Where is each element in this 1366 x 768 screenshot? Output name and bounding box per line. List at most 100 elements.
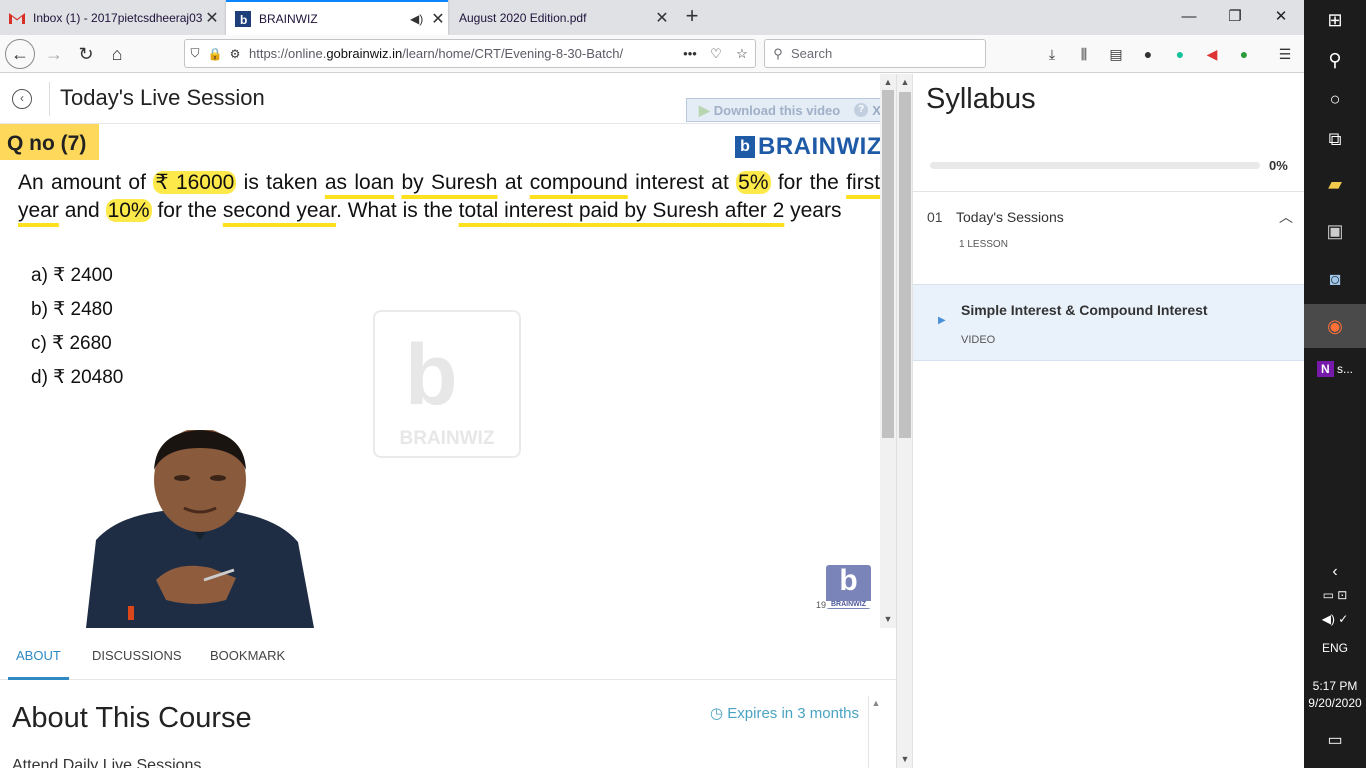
grammarly-icon[interactable]: ● [1170,44,1190,64]
language-indicator[interactable]: ENG [1304,641,1366,655]
brainwiz-logo-icon: b [735,136,755,158]
lock-icon[interactable]: 🔒 [205,47,225,61]
tab-brainwiz[interactable]: b BRAINWIZ ◀) ✕ [226,0,448,35]
help-icon[interactable]: ? [854,103,869,117]
camera-icon[interactable]: ◙ [1304,269,1366,290]
search-input[interactable]: ⚲ Search [764,39,986,68]
active-tab-indicator [8,677,69,680]
home-button[interactable]: ⌂ [102,39,132,69]
progress-bar [930,162,1260,169]
close-tab-icon[interactable]: ✕ [428,9,448,29]
video-player[interactable]: Q no (7) b BRAINWIZ An amount of ₹ 16000… [0,124,880,628]
tab-title: BRAINWIZ [259,11,318,26]
divider [49,82,50,116]
expires-label: ◷ Expires in 3 months [710,705,859,722]
about-scrollbar[interactable]: ▲ [868,696,882,768]
close-tab-icon[interactable]: ✕ [202,8,222,28]
progress-label: 0% [1269,158,1288,173]
watermark-logo-icon: b [405,327,458,423]
section-count: 1 LESSON [959,239,1008,250]
windows-start-icon[interactable]: ⊞ [1304,10,1366,31]
library-icon[interactable]: ⫼ [1074,44,1094,64]
recorder-icon[interactable]: ▣ [1304,221,1366,242]
downloads-icon[interactable]: ⤓ [1042,44,1062,64]
scroll-up-icon[interactable]: ▲ [897,77,913,87]
account-icon[interactable]: ● [1138,44,1158,64]
clock-date[interactable]: 9/20/2020 [1304,696,1366,710]
url-bar[interactable]: ⛉ 🔒 ⚙ https://online.gobrainwiz.in/learn… [184,39,756,68]
syllabus-title: Syllabus [926,83,1036,115]
option-c: c) ₹ 2680 [31,333,112,354]
reload-button[interactable]: ↻ [71,39,101,69]
notification-icon[interactable]: ▭ [1304,730,1366,750]
new-tab-button[interactable]: + [678,3,706,31]
svg-text:b: b [240,13,247,27]
close-window-button[interactable]: ✕ [1258,0,1304,35]
menu-icon[interactable]: ☰ [1275,44,1295,64]
tab-bookmark[interactable]: BOOKMARK [210,648,285,663]
content-tabs: ABOUT DISCUSSIONS BOOKMARK [0,628,896,680]
extension-icon[interactable]: ● [1234,44,1254,64]
scroll-up-icon[interactable]: ▲ [880,77,896,87]
play-icon: ▶ [938,315,946,326]
back-button[interactable]: ← [5,39,35,69]
video-scrollbar[interactable]: ▲ ▼ [880,74,896,628]
minimize-button[interactable]: — [1166,0,1212,35]
firefox-icon[interactable]: ◉ [1304,304,1366,348]
bookmark-star-icon[interactable]: ☆ [729,46,755,62]
sidebar-icon[interactable]: ▤ [1106,44,1126,64]
permissions-icon[interactable]: ⚙ [225,47,245,61]
brainwiz-watermark: b BRAINWIZ [373,310,521,458]
scroll-up-icon[interactable]: ▲ [869,698,883,708]
clock-time[interactable]: 5:17 PM [1304,679,1366,693]
url-text[interactable]: https://online.gobrainwiz.in/learn/home/… [245,46,677,61]
task-view-icon[interactable]: ⧉ [1304,129,1366,150]
page-actions-icon[interactable]: ••• [677,46,703,61]
battery-network-icon[interactable]: ▭ ⊡ [1304,588,1366,602]
tab-discussions[interactable]: DISCUSSIONS [92,648,182,663]
onenote-icon[interactable]: N s... [1304,361,1366,377]
restore-button[interactable]: ❐ [1212,0,1258,35]
corner-number: 19 [816,600,827,610]
page-title: Today's Live Session [60,85,265,110]
clock-icon: ◷ [710,705,728,722]
lesson-item[interactable]: ▶ Simple Interest & Compound Interest VI… [913,284,1305,361]
syllabus-panel: Syllabus 0% 01 Today's Sessions ︿ 1 LESS… [912,74,1305,768]
browser-nav-bar: ← → ↻ ⌂ ⛉ 🔒 ⚙ https://online.gobrainwiz.… [0,35,1304,73]
shield-icon[interactable]: ⛉ [185,46,205,61]
tab-title: August 2020 Edition.pdf [459,10,587,25]
scrollbar-thumb[interactable] [882,90,894,438]
brainwiz-logo: b BRAINWIZ [735,133,880,160]
file-explorer-icon[interactable]: ▰ [1304,174,1366,195]
main-scrollbar[interactable]: ▲ ▼ [896,74,912,768]
pocket-icon[interactable]: ♡ [703,46,729,62]
scroll-down-icon[interactable]: ▼ [880,614,896,624]
chevron-left-icon[interactable]: ‹ [1304,563,1366,581]
scroll-down-icon[interactable]: ▼ [897,754,913,764]
tab-gmail[interactable]: Inbox (1) - 2017pietcsdheeraj03 ✕ [0,0,222,35]
cortana-icon[interactable]: ○ [1304,89,1366,110]
tab-about[interactable]: ABOUT [16,648,61,663]
scrollbar-thumb[interactable] [899,92,911,438]
tab-title: Inbox (1) - 2017pietcsdheeraj03 [33,10,202,25]
chevron-up-icon[interactable]: ︿ [1279,207,1293,227]
forward-button[interactable]: → [39,39,69,69]
question-text: An amount of ₹ 16000 is taken as loan by… [18,171,880,222]
corner-logo-icon: b [839,564,858,597]
session-header: ‹ Today's Live Session ▶ Download this v… [0,74,896,124]
brainwiz-corner-logo: b BRAINWIZ [826,565,871,609]
megaphone-icon[interactable]: ◀ [1202,44,1222,64]
speaker-icon[interactable]: ◀) [410,12,428,26]
download-video-button[interactable]: ▶ Download this video ? X [686,98,895,122]
tab-pdf[interactable]: August 2020 Edition.pdf ✕ [450,0,672,35]
close-tab-icon[interactable]: ✕ [652,8,672,28]
search-icon[interactable]: ⚲ [1304,50,1366,71]
back-arrow-icon[interactable]: ‹ [12,89,32,109]
option-d: d) ₹ 20480 [31,367,124,388]
lesson-name: Simple Interest & Compound Interest [961,302,1208,318]
volume-icon[interactable]: ◀) ✓ [1304,612,1366,626]
browser-tab-bar: Inbox (1) - 2017pietcsdheeraj03 ✕ b BRAI… [0,0,1304,35]
brainwiz-favicon: b [235,10,251,27]
option-b: b) ₹ 2480 [31,299,113,320]
windows-taskbar: ⊞ ⚲ ○ ⧉ ▰ ▣ ◙ ◉ N s... ‹ ▭ ⊡ ◀) ✓ ENG 5:… [1304,0,1366,768]
